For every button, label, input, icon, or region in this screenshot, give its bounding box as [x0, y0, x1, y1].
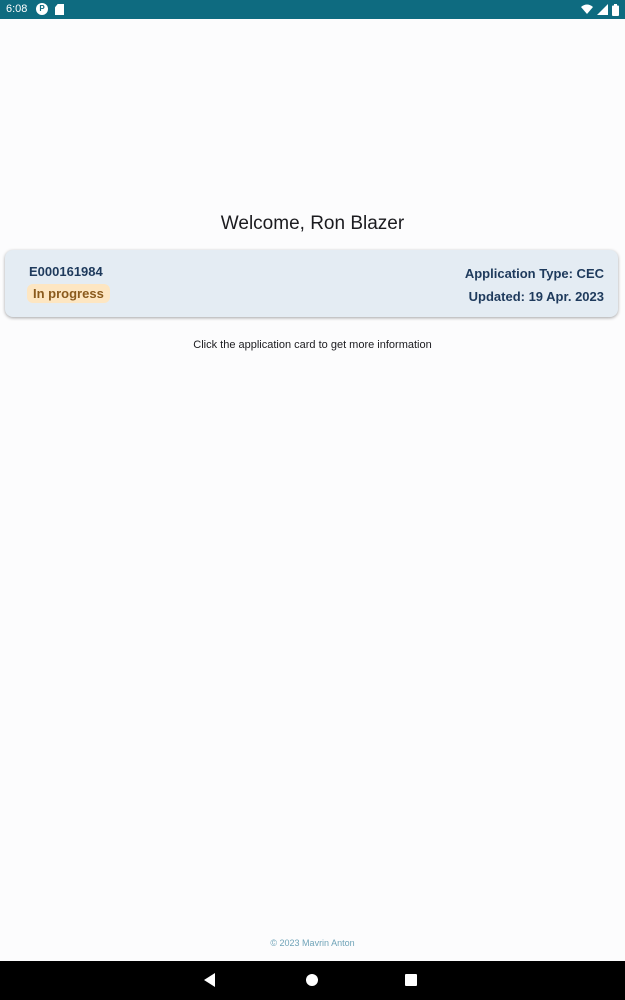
- wifi-icon: [581, 4, 593, 14]
- main-content: Welcome, Ron Blazer E000161984 In progre…: [0, 19, 625, 961]
- battery-icon: [612, 3, 619, 16]
- application-id: E000161984: [29, 264, 103, 279]
- application-updated-date: Updated: 19 Apr. 2023: [468, 289, 604, 304]
- navigation-bar: [0, 961, 625, 1000]
- application-type: Application Type: CEC: [464, 266, 604, 281]
- footer-copyright: © 2023 Mavrin Anton: [270, 938, 355, 948]
- hint-text: Click the application card to get more i…: [193, 339, 432, 351]
- home-icon[interactable]: [306, 974, 318, 986]
- application-card[interactable]: E000161984 In progress Application Type:…: [5, 250, 618, 317]
- recents-icon[interactable]: [405, 974, 417, 986]
- status-bar: 6:08 P: [0, 0, 625, 19]
- status-time: 6:08: [6, 3, 28, 15]
- welcome-title: Welcome, Ron Blazer: [220, 213, 405, 234]
- notification-app-icon: P: [36, 3, 48, 15]
- status-icons: [581, 3, 619, 16]
- signal-icon: [597, 4, 608, 15]
- sd-card-icon: [55, 4, 64, 15]
- status-badge: In progress: [27, 284, 110, 303]
- back-icon[interactable]: [204, 973, 215, 987]
